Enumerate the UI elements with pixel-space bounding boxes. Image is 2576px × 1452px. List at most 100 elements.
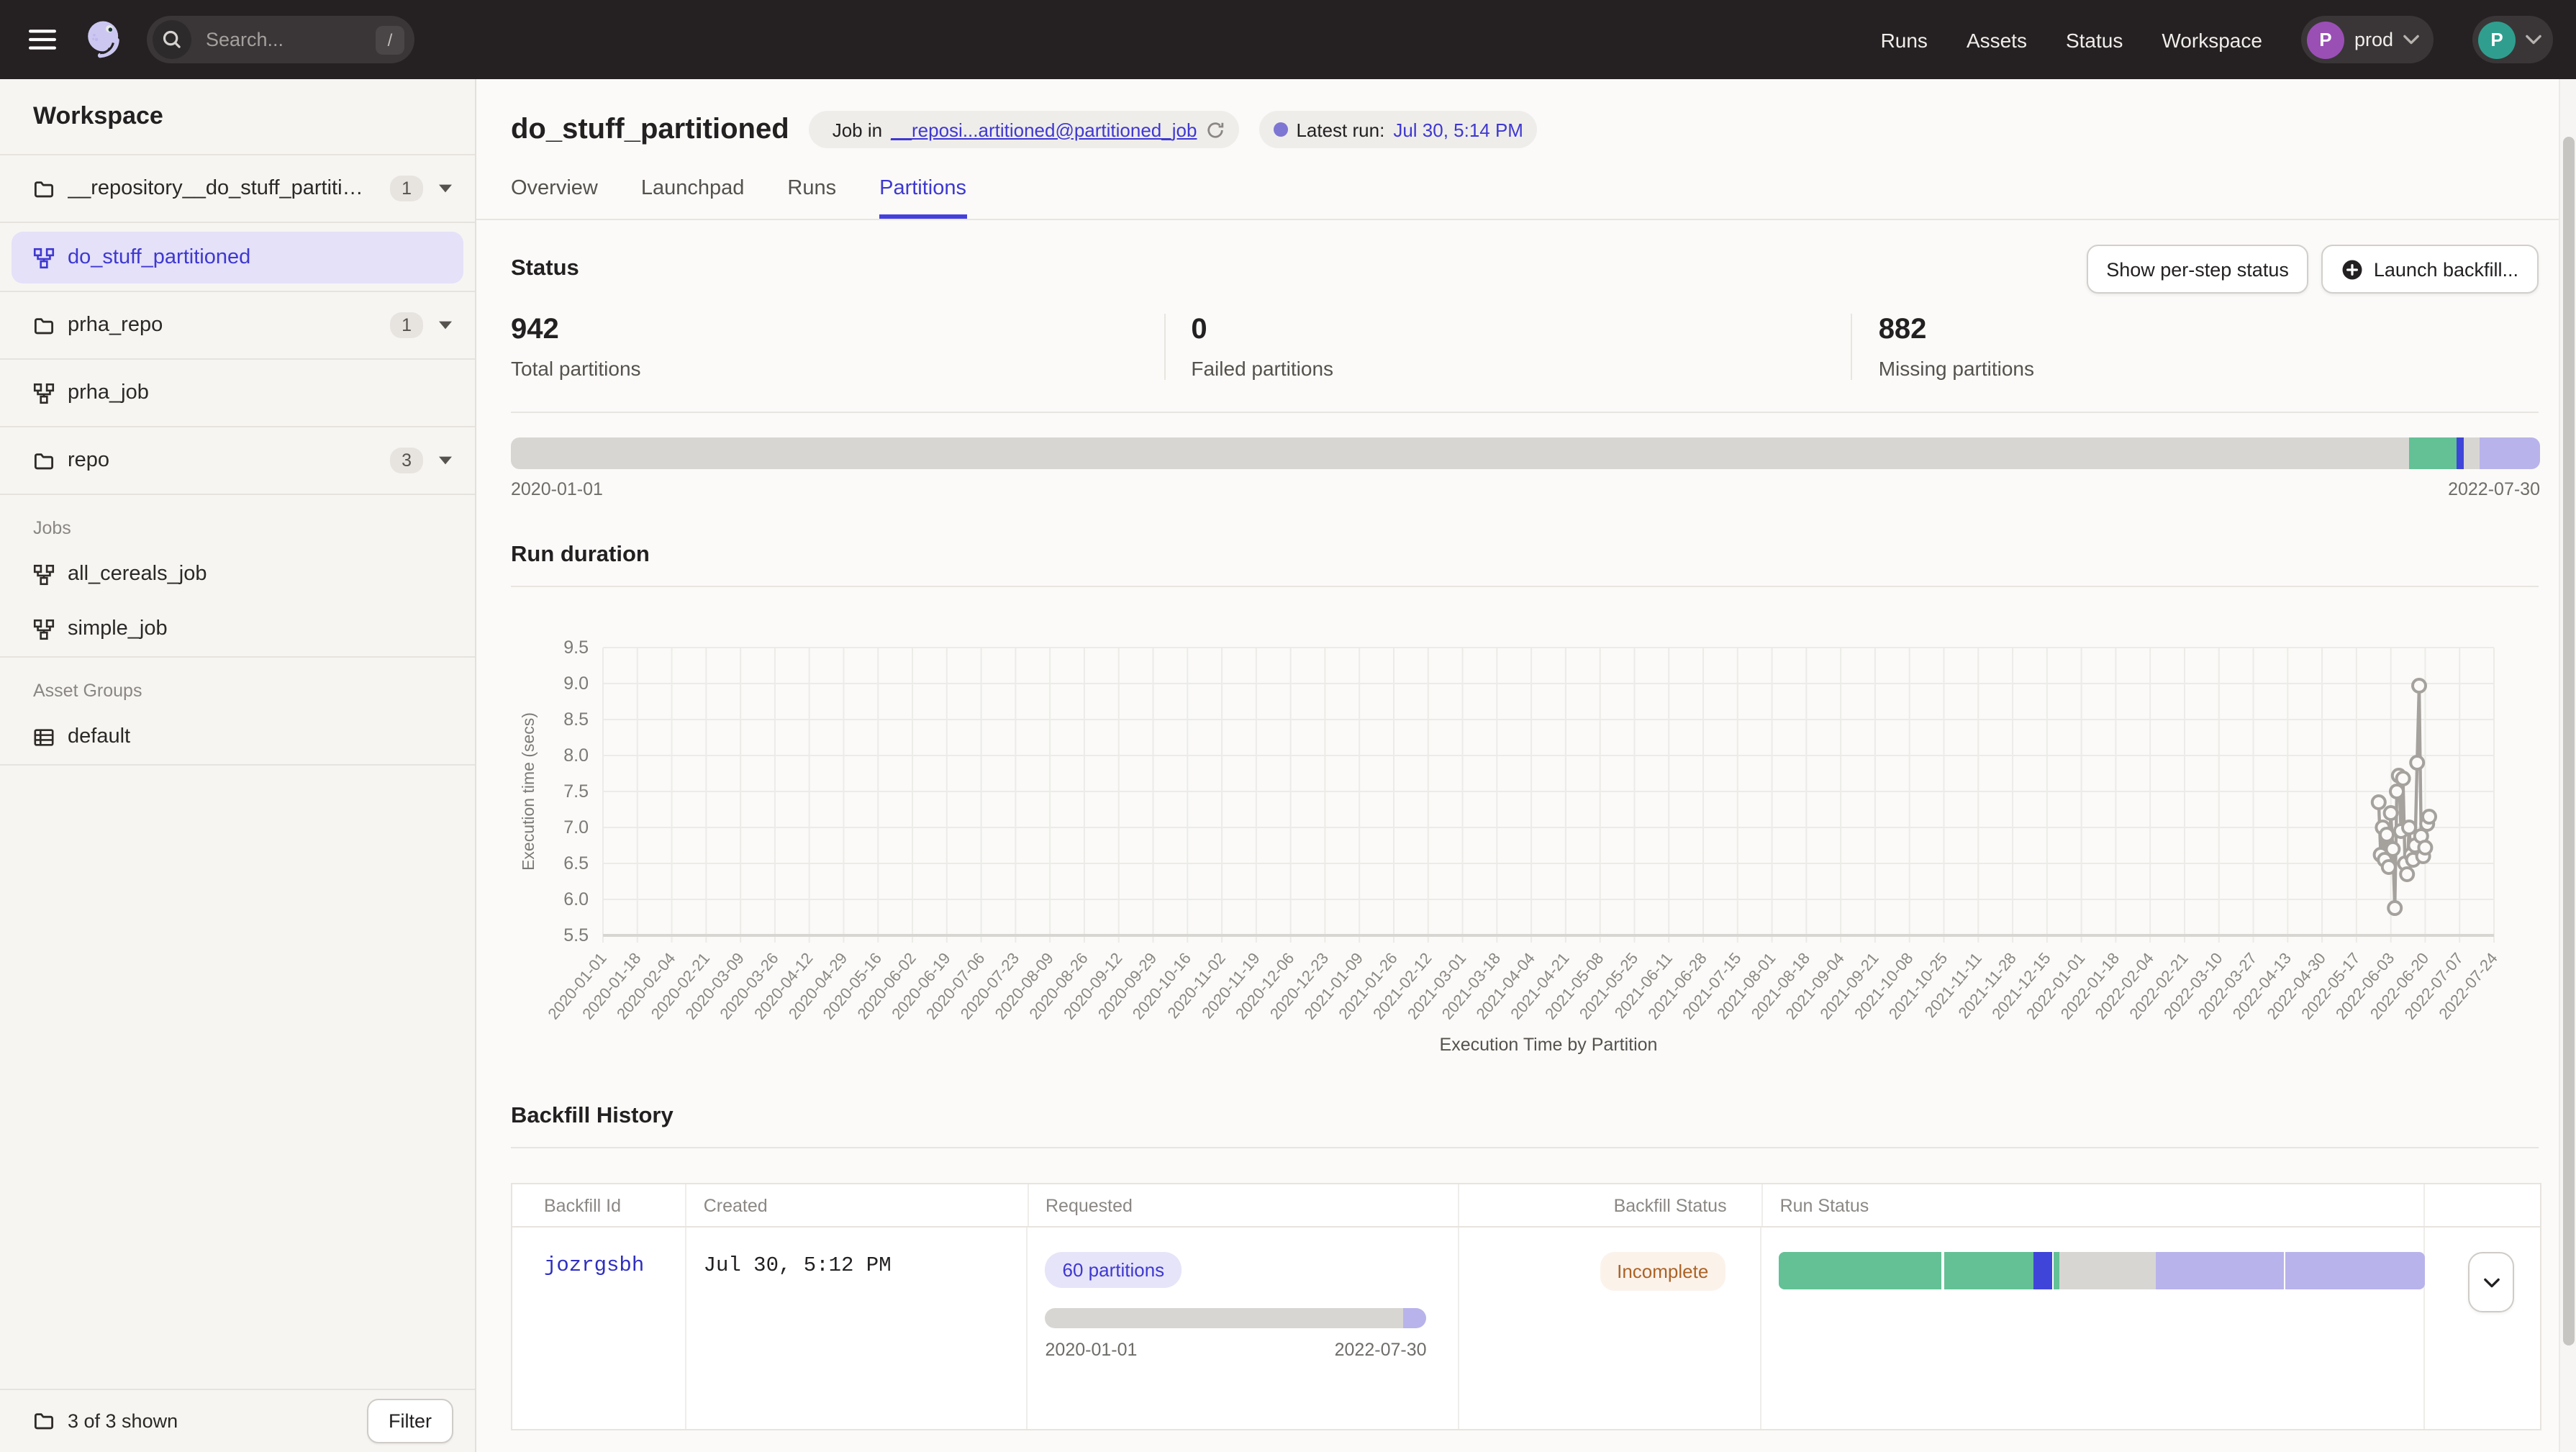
tab-launchpad[interactable]: Launchpad — [641, 177, 745, 219]
bar-segment-bar_gray — [511, 437, 2409, 469]
requested-range-start: 2020-01-01 — [1046, 1340, 1138, 1360]
sidebar-item-label: simple_job — [68, 617, 168, 640]
main-content: do_stuff_partitioned Job in __reposi...a… — [476, 79, 2576, 1452]
nav-link-assets[interactable]: Assets — [1967, 28, 2027, 51]
run-duration-title: Run duration — [511, 543, 650, 568]
backfill-table: Backfill IdCreatedRequestedBackfill Stat… — [511, 1183, 2541, 1430]
bar-segment-green — [2409, 437, 2457, 469]
backfill-status-badge: Incomplete — [1600, 1252, 1725, 1291]
repos-shown-count: 3 of 3 shown — [68, 1410, 178, 1432]
stat-value: 942 — [511, 314, 1164, 347]
latest-run-tag: Latest run: Jul 30, 5:14 PM — [1258, 111, 1538, 148]
partition-stats: 942Total partitions0Failed partitions882… — [511, 314, 2539, 413]
search-input[interactable] — [203, 27, 364, 52]
requested-date-range: 2020-01-01 2022-07-30 — [1046, 1340, 1427, 1360]
launch-backfill-label: Launch backfill... — [2374, 258, 2518, 280]
refresh-icon[interactable] — [1205, 120, 1224, 139]
cell-run-status — [1761, 1228, 2425, 1429]
run-duration-chart-svg: 2020-01-012020-01-182020-02-042020-02-21… — [511, 587, 2549, 1084]
stat-label: Missing partitions — [1879, 357, 2539, 380]
partition-status-bar[interactable] — [511, 437, 2540, 469]
bar-segment-lavender — [2285, 1252, 2425, 1289]
column-header-backfill-status: Backfill Status — [1459, 1184, 1762, 1226]
tab-overview[interactable]: Overview — [511, 177, 598, 219]
job-count-badge: 1 — [390, 176, 423, 201]
show-per-step-status-button[interactable]: Show per-step status — [2086, 245, 2309, 294]
cell-created: Jul 30, 5:12 PM — [686, 1228, 1028, 1429]
tab-runs[interactable]: Runs — [787, 177, 836, 219]
column-header-backfill-id: Backfill Id — [512, 1184, 686, 1226]
plus-icon — [2342, 258, 2364, 280]
hamburger-menu-icon[interactable] — [23, 21, 60, 58]
stat-failed-partitions: 0Failed partitions — [1164, 314, 1851, 380]
column-header-created: Created — [686, 1184, 1028, 1226]
svg-text:9.5: 9.5 — [563, 637, 589, 658]
job-icon — [33, 618, 55, 640]
scrollbar-thumb[interactable] — [2563, 137, 2575, 1346]
sidebar-item-repo[interactable]: repo 3 — [0, 427, 475, 495]
workspace-sidebar: Workspace __repository__do_stuff_partiti… — [0, 79, 476, 1452]
cell-actions — [2425, 1228, 2540, 1429]
execution-time-chart[interactable]: 2020-01-012020-01-182020-02-042020-02-21… — [511, 587, 2539, 1084]
requested-partitions-pill[interactable]: 60 partitions — [1046, 1252, 1182, 1288]
page-header: do_stuff_partitioned Job in __reposi...a… — [476, 79, 2576, 148]
sidebar-item-simple-job[interactable]: simple_job — [0, 602, 475, 656]
run-status-bar[interactable] — [1779, 1252, 2425, 1289]
vertical-scrollbar[interactable] — [2559, 79, 2576, 1452]
caret-down-icon[interactable] — [436, 181, 455, 196]
svg-text:8.0: 8.0 — [563, 745, 589, 766]
backfill-table-header: Backfill IdCreatedRequestedBackfill Stat… — [512, 1184, 2540, 1228]
launch-backfill-button[interactable]: Launch backfill... — [2322, 245, 2539, 294]
job-tag-prefix: Job in — [833, 119, 882, 140]
job-origin-link[interactable]: __reposi...artitioned@partitioned_job — [891, 119, 1197, 140]
backfill-history-title: Backfill History — [511, 1104, 674, 1130]
sidebar-item-all-cereals-job[interactable]: all_cereals_job — [0, 547, 475, 602]
bar-segment-lavender — [2156, 1252, 2284, 1289]
tab-partitions[interactable]: Partitions — [879, 177, 966, 219]
run-duration-section: Run duration 2020-01-012020-01-182020-02… — [476, 499, 2576, 1084]
bar-segment-lavender — [1403, 1308, 1427, 1328]
filter-button[interactable]: Filter — [367, 1399, 453, 1443]
chevron-down-icon — [2483, 1277, 2499, 1287]
user-menu[interactable]: P — [2472, 16, 2553, 63]
sidebar-item-label: do_stuff_partitioned — [68, 246, 250, 269]
cell-backfill-status: Incomplete — [1459, 1228, 1761, 1429]
nav-link-status[interactable]: Status — [2066, 28, 2123, 51]
backfill-section: Backfill History Backfill IdCreatedReque… — [476, 1084, 2576, 1430]
svg-text:6.0: 6.0 — [563, 889, 589, 909]
nav-link-workspace[interactable]: Workspace — [2162, 28, 2262, 51]
top-nav: / Runs Assets Status Workspace P prod P — [0, 0, 2576, 79]
deployment-label: prod — [2354, 29, 2393, 50]
job-icon — [33, 563, 55, 585]
latest-run-link[interactable]: Jul 30, 5:14 PM — [1393, 119, 1523, 140]
dagster-logo[interactable] — [81, 17, 127, 63]
created-timestamp: Jul 30, 5:12 PM — [704, 1255, 892, 1278]
search-box[interactable]: / — [147, 16, 414, 63]
backfill-id-link[interactable]: jozrgsbh — [544, 1255, 644, 1278]
expand-row-button[interactable] — [2468, 1252, 2514, 1312]
latest-run-label: Latest run: — [1296, 119, 1384, 140]
sidebar-item-prha-job[interactable]: prha_job — [0, 360, 475, 427]
sidebar-item-prha-repo[interactable]: prha_repo 1 — [0, 292, 475, 360]
nav-link-runs[interactable]: Runs — [1881, 28, 1928, 51]
caret-down-icon[interactable] — [436, 318, 455, 332]
sidebar-item-label: prha_repo — [68, 314, 163, 337]
sidebar-item-label: repo — [68, 449, 109, 472]
svg-text:9.0: 9.0 — [563, 673, 589, 694]
sidebar-item-do-stuff-partitioned[interactable]: do_stuff_partitioned — [12, 232, 463, 283]
sidebar-item-repository-do-stuff-partitio[interactable]: __repository__do_stuff_partitio...1 — [0, 155, 475, 223]
job-count-badge: 1 — [390, 312, 423, 338]
requested-range-end: 2022-07-30 — [1335, 1340, 1427, 1360]
sidebar-item-default[interactable]: default — [0, 709, 475, 764]
caret-down-icon[interactable] — [436, 453, 455, 468]
partition-range-start: 2020-01-01 — [511, 479, 603, 499]
folder-icon — [33, 314, 55, 336]
job-count-badge: 3 — [390, 448, 423, 473]
folder-icon — [33, 1410, 55, 1432]
deployment-avatar: P — [2307, 21, 2344, 58]
column-header-requested: Requested — [1028, 1184, 1459, 1226]
page-title: do_stuff_partitioned — [511, 113, 789, 146]
bar-segment-blue — [2033, 1252, 2051, 1289]
deployment-switcher[interactable]: P prod — [2301, 16, 2434, 63]
top-nav-links: Runs Assets Status Workspace P prod P — [1881, 16, 2553, 63]
